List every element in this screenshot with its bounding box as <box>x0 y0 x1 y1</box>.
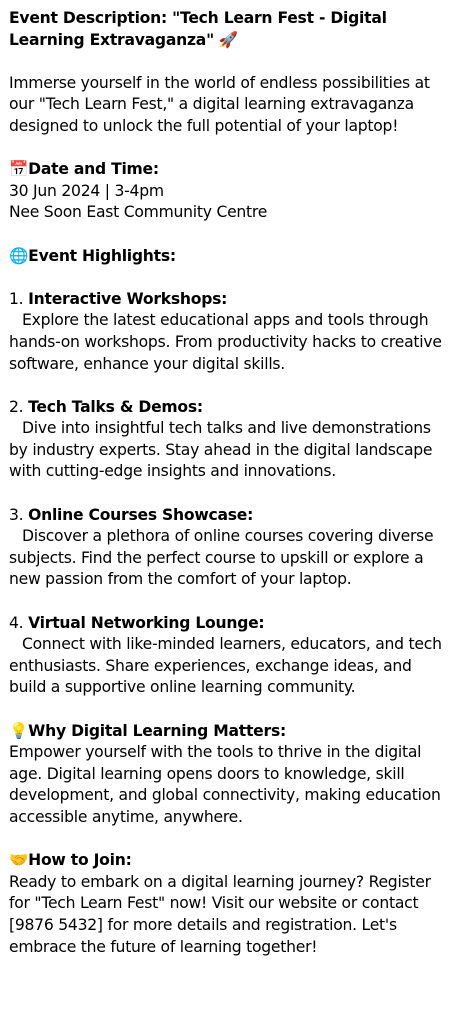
highlight-item: 3. Online Courses Showcase: Discover a p… <box>9 505 452 591</box>
event-date: 30 Jun 2024 | 3-4pm <box>9 181 164 200</box>
highlight-item-text-content: Explore the latest educational apps and … <box>9 311 442 373</box>
join-heading: 🤝How to Join: <box>9 850 452 872</box>
why-heading-text: Why Digital Learning Matters: <box>28 721 286 740</box>
highlight-item-number: 3. <box>9 505 24 524</box>
handshake-icon: 🤝 <box>9 851 29 870</box>
highlight-item-header: 2. Tech Talks & Demos: <box>9 397 452 419</box>
globe-icon: 🌐 <box>9 246 29 265</box>
highlight-item-text: Explore the latest educational apps and … <box>9 310 452 375</box>
date-time-heading: 📅Date and Time: <box>9 159 452 181</box>
join-heading-text: How to Join: <box>28 851 132 870</box>
why-heading: 💡Why Digital Learning Matters: <box>9 721 452 743</box>
highlights-heading-text: Event Highlights: <box>28 246 176 265</box>
calendar-icon: 📅 <box>9 160 29 179</box>
highlight-item-number: 1. <box>9 289 24 308</box>
highlight-item-title: Interactive Workshops: <box>28 289 228 308</box>
intro-paragraph: Immerse yourself in the world of endless… <box>9 73 430 135</box>
highlight-item-text-content: Discover a plethora of online courses co… <box>9 527 434 589</box>
event-venue: Nee Soon East Community Centre <box>9 203 268 222</box>
event-title: Event Description: "Tech Learn Fest - Di… <box>9 8 452 51</box>
highlight-item-header: 1. Interactive Workshops: <box>9 289 452 311</box>
event-description: Event Description: "Tech Learn Fest - Di… <box>0 0 466 958</box>
highlight-item-text-content: Dive into insightful tech talks and live… <box>9 419 433 481</box>
highlight-item-title: Tech Talks & Demos: <box>28 397 203 416</box>
join-paragraph: Ready to embark on a digital learning jo… <box>9 872 431 956</box>
lightbulb-icon: 💡 <box>9 721 29 740</box>
highlight-item-text: Dive into insightful tech talks and live… <box>9 418 452 483</box>
highlight-item-title: Virtual Networking Lounge: <box>28 613 265 632</box>
highlight-item-text: Discover a plethora of online courses co… <box>9 526 452 591</box>
highlight-item-header: 3. Online Courses Showcase: <box>9 505 452 527</box>
date-time-heading-text: Date and Time: <box>28 160 159 179</box>
highlight-item: 4. Virtual Networking Lounge: Connect wi… <box>9 613 452 699</box>
highlight-item: 1. Interactive Workshops: Explore the la… <box>9 289 452 375</box>
rocket-icon: 🚀 <box>218 30 238 49</box>
highlight-item-text-content: Connect with like-minded learners, educa… <box>9 635 442 697</box>
event-title-text: Event Description: "Tech Learn Fest - Di… <box>9 9 387 49</box>
highlight-item: 2. Tech Talks & Demos: Dive into insight… <box>9 397 452 483</box>
highlight-item-header: 4. Virtual Networking Lounge: <box>9 613 452 635</box>
highlight-item-number: 2. <box>9 397 24 416</box>
highlights-heading: 🌐Event Highlights: <box>9 246 452 268</box>
highlight-item-number: 4. <box>9 613 24 632</box>
highlight-item-title: Online Courses Showcase: <box>28 505 254 524</box>
why-paragraph: Empower yourself with the tools to thriv… <box>9 743 441 826</box>
highlight-item-text: Connect with like-minded learners, educa… <box>9 634 452 699</box>
